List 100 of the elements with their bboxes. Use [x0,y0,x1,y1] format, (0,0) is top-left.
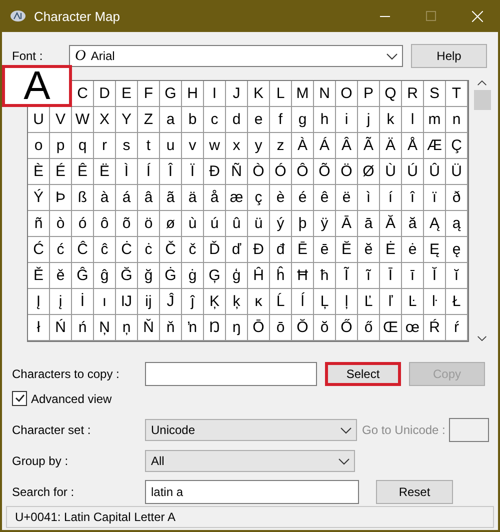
character-cell[interactable]: D [94,81,116,107]
character-cell[interactable]: Ģ [204,263,226,289]
group-by-dropdown[interactable]: All [145,450,355,472]
character-cell[interactable]: Ĩ [336,263,358,289]
character-cell[interactable]: õ [116,211,138,237]
character-cell[interactable]: È [28,159,50,185]
character-cell[interactable]: Ą [424,211,446,237]
character-cell[interactable]: ė [402,237,424,263]
font-dropdown[interactable]: O Arial [69,45,403,67]
character-cell[interactable]: ł [28,315,50,341]
character-cell[interactable]: Ń [50,315,72,341]
character-cell[interactable]: ŏ [314,315,336,341]
character-cell[interactable]: ĩ [358,263,380,289]
character-cell[interactable]: ĕ [358,237,380,263]
character-cell[interactable]: Ľ [358,289,380,315]
character-cell[interactable]: Ø [358,159,380,185]
character-cell[interactable]: Ĵ [160,289,182,315]
character-cell[interactable]: ň [160,315,182,341]
character-cell[interactable]: ő [358,315,380,341]
character-cell[interactable]: Z [138,107,160,133]
character-cell[interactable]: a [160,107,182,133]
character-cell[interactable]: r [94,133,116,159]
character-cell[interactable]: s [116,133,138,159]
character-cell[interactable]: k [380,107,402,133]
character-cell[interactable]: č [182,237,204,263]
character-cell[interactable]: ĳ [138,289,160,315]
character-cell[interactable]: m [424,107,446,133]
character-cell[interactable]: w [204,133,226,159]
help-button[interactable]: Help [411,44,487,68]
character-cell[interactable]: Q [380,81,402,107]
character-cell[interactable]: M [292,81,314,107]
character-cell[interactable]: ĭ [446,263,468,289]
character-cell[interactable]: Õ [314,159,336,185]
character-cell[interactable]: C [72,81,94,107]
character-cell[interactable]: Ò [248,159,270,185]
character-cell[interactable]: ī [402,263,424,289]
character-cell[interactable]: R [402,81,424,107]
character-cell[interactable]: Ĳ [116,289,138,315]
character-cell[interactable]: û [226,211,248,237]
character-cell[interactable]: X [94,107,116,133]
character-cell[interactable]: Í [138,159,160,185]
character-cell[interactable]: Þ [50,185,72,211]
character-cell[interactable]: ĸ [248,289,270,315]
character-cell[interactable]: ď [226,237,248,263]
character-cell[interactable]: c [204,107,226,133]
character-cell[interactable]: Ĥ [248,263,270,289]
character-cell[interactable]: ĝ [94,263,116,289]
character-cell[interactable]: Ņ [94,315,116,341]
character-cell[interactable]: Ù [380,159,402,185]
character-cell[interactable]: q [72,133,94,159]
character-cell[interactable]: Ä [380,133,402,159]
character-cell[interactable]: ŕ [446,315,468,341]
character-cell[interactable]: ä [182,185,204,211]
character-cell[interactable]: h [314,107,336,133]
character-cell[interactable]: ò [50,211,72,237]
character-cell[interactable]: ú [204,211,226,237]
character-cell[interactable]: Ę [424,237,446,263]
character-cell[interactable]: Î [160,159,182,185]
character-cell[interactable]: Ã [358,133,380,159]
character-cell[interactable]: ō [270,315,292,341]
character-cell[interactable]: Đ [248,237,270,263]
character-cell[interactable]: œ [402,315,424,341]
character-cell[interactable]: Ē [292,237,314,263]
character-cell[interactable]: Ì [116,159,138,185]
character-cell[interactable]: É [50,159,72,185]
character-cell[interactable]: Ĝ [72,263,94,289]
character-cell[interactable]: ð [446,185,468,211]
character-cell[interactable]: Ĕ [336,237,358,263]
character-cell[interactable]: Ç [446,133,468,159]
character-cell[interactable]: ě [50,263,72,289]
character-cell[interactable]: E [116,81,138,107]
character-cell[interactable]: Û [424,159,446,185]
character-cell[interactable]: ē [314,237,336,263]
character-cell[interactable]: Ă [380,211,402,237]
character-cell[interactable]: T [446,81,468,107]
character-cell[interactable]: K [248,81,270,107]
character-cell[interactable]: Ŏ [292,315,314,341]
character-cell[interactable]: W [72,107,94,133]
character-cell[interactable]: v [182,133,204,159]
character-cell[interactable]: ö [138,211,160,237]
character-cell[interactable]: ç [248,185,270,211]
character-cell[interactable]: ć [50,237,72,263]
character-cell[interactable]: Ô [292,159,314,185]
character-cell[interactable]: Ļ [314,289,336,315]
character-cell[interactable]: Ŀ [402,289,424,315]
character-cell[interactable]: í [380,185,402,211]
character-cell[interactable]: þ [292,211,314,237]
character-cell[interactable]: ñ [28,211,50,237]
character-cell[interactable]: z [270,133,292,159]
character-cell[interactable]: Č [160,237,182,263]
character-cell[interactable]: å [204,185,226,211]
character-cell[interactable]: ă [402,211,424,237]
character-cell[interactable]: ø [160,211,182,237]
character-cell[interactable]: ï [424,185,446,211]
character-cell[interactable]: Ĭ [424,263,446,289]
character-cell[interactable]: e [248,107,270,133]
search-field[interactable]: latin a [145,480,359,504]
character-cell[interactable]: F [138,81,160,107]
character-cell[interactable]: æ [226,185,248,211]
character-cell[interactable]: ó [72,211,94,237]
